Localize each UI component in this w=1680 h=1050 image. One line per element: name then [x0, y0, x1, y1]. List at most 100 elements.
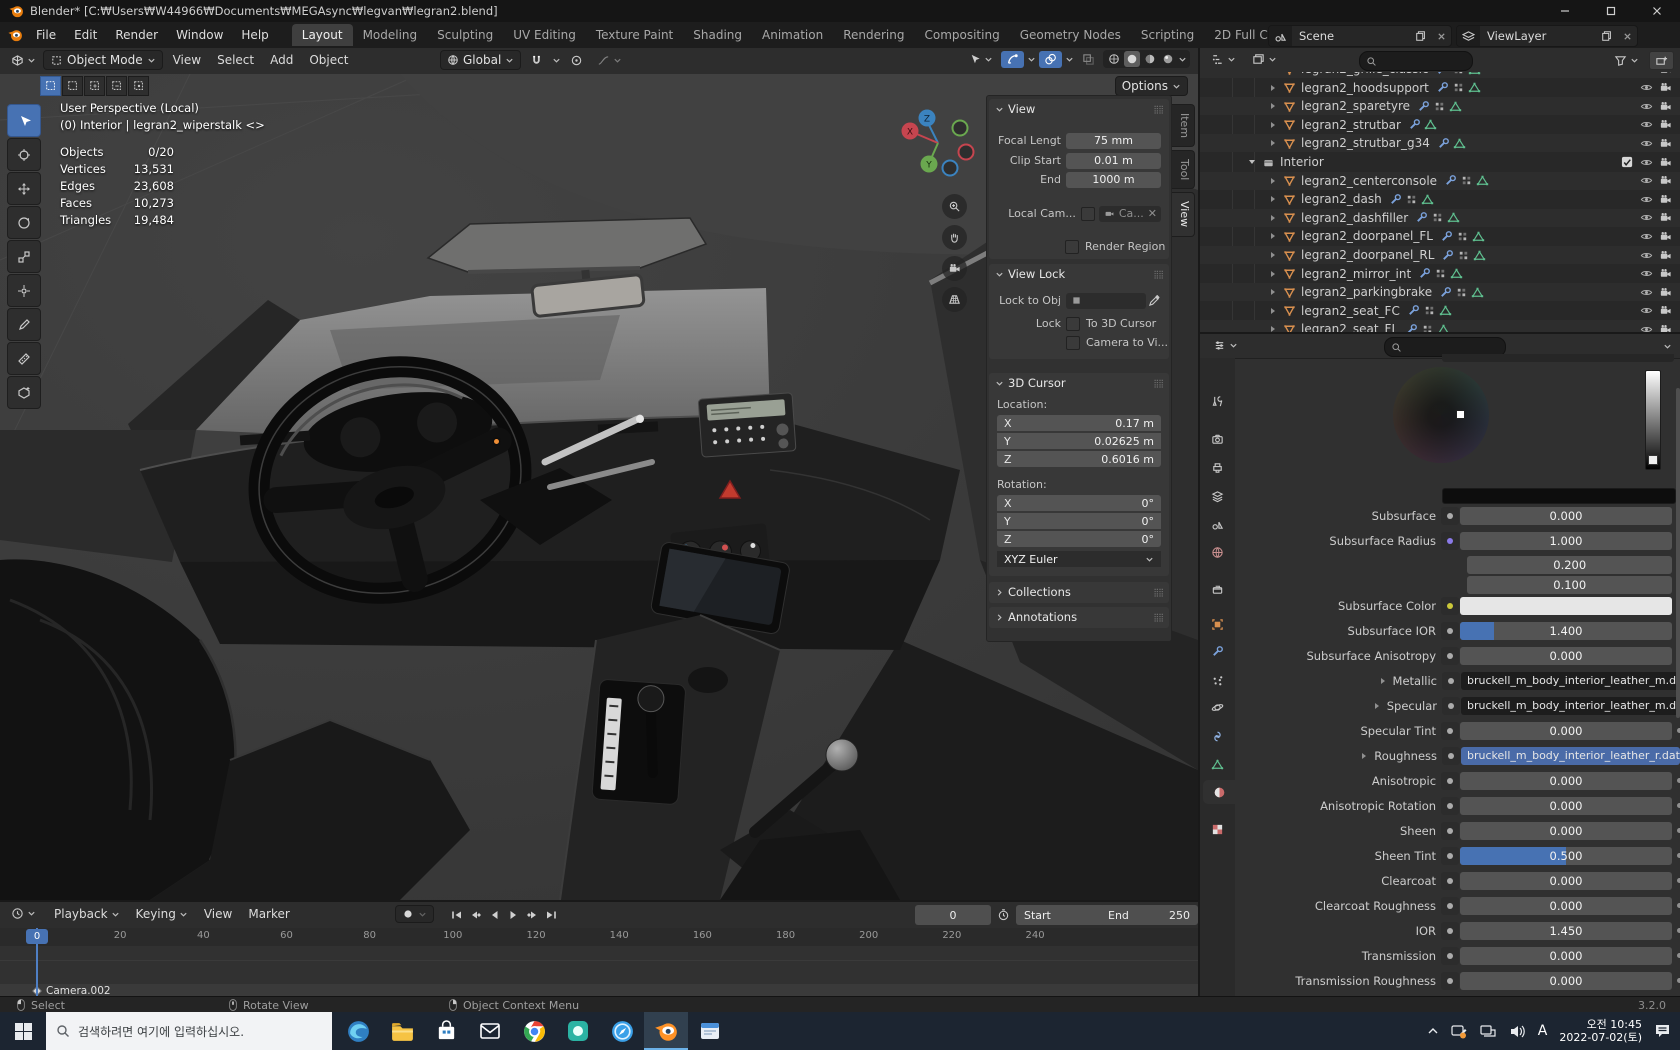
collections-header[interactable]: Collections⣿⣿ — [989, 582, 1169, 602]
outliner-item-label[interactable]: legran2_strutbar — [1301, 118, 1401, 132]
expand-arrow-icon[interactable] — [1269, 177, 1277, 185]
properties-tab-tool[interactable] — [1200, 389, 1235, 413]
view-panel-header[interactable]: View⣿⣿ — [989, 99, 1169, 119]
scene-selector[interactable]: Scene — [1268, 25, 1452, 47]
outliner-editor-button[interactable] — [1206, 51, 1241, 68]
taskbar-clock[interactable]: 오전 10:45 2022-07-02(토) — [1559, 1018, 1642, 1044]
properties-tab-collection[interactable] — [1200, 577, 1235, 601]
shading-solid-button[interactable] — [1124, 51, 1140, 67]
start-button[interactable] — [0, 1012, 46, 1050]
frame-end-field[interactable]: End250 — [1100, 905, 1198, 925]
color-wheel-handle[interactable] — [1456, 410, 1465, 419]
taskbar-app-mail[interactable] — [468, 1012, 512, 1050]
properties-tab-data[interactable] — [1200, 752, 1235, 776]
select-box-button[interactable] — [62, 76, 83, 96]
outliner-item-label[interactable]: legran2_dashfiller — [1301, 211, 1408, 225]
viewlayer-name[interactable]: ViewLayer — [1480, 29, 1596, 43]
expand-arrow-icon[interactable] — [1373, 702, 1381, 710]
outliner-row[interactable]: legran2_dashfiller — [1200, 209, 1680, 227]
outliner-row[interactable]: legran2_sparetyre — [1200, 97, 1680, 115]
outliner-row[interactable]: legran2_parkingbrake — [1200, 283, 1680, 301]
tab-animation[interactable]: Animation — [752, 24, 833, 46]
transform-orientation-dropdown[interactable]: Global — [440, 50, 521, 70]
timeline-ruler[interactable]: 20406080100120140160180200220240 — [0, 928, 1198, 947]
disable-camera-icon[interactable] — [1659, 249, 1672, 262]
notification-center-icon[interactable] — [1654, 1022, 1672, 1040]
outliner-item-label[interactable]: legran2_strutbar_g34 — [1301, 136, 1430, 150]
snap-toggle[interactable] — [525, 52, 548, 69]
property-field-metallic[interactable]: bruckell_m_body_interior_leather_m.data. — [1461, 672, 1680, 690]
ime-indicator[interactable]: A — [1538, 1023, 1548, 1039]
disable-camera-icon[interactable] — [1659, 81, 1672, 94]
hide-eye-icon[interactable] — [1640, 323, 1653, 332]
menu-edit[interactable]: Edit — [65, 25, 106, 45]
property-field-subsurface-anisotropy[interactable]: 0.000 — [1460, 647, 1672, 665]
outliner-item-label[interactable]: legran2_doorpanel_RL — [1301, 248, 1434, 262]
hide-eye-icon[interactable] — [1640, 72, 1653, 76]
outliner-item-label[interactable]: legran2_mirror_int — [1301, 267, 1411, 281]
tab-compositing[interactable]: Compositing — [914, 24, 1009, 46]
cursor-tool-button[interactable] — [7, 138, 41, 171]
expand-arrow-icon[interactable] — [1269, 139, 1277, 147]
gizmos-toggle[interactable] — [1001, 51, 1024, 68]
select-extend-button[interactable] — [84, 76, 105, 96]
expand-arrow-icon[interactable] — [1269, 325, 1277, 332]
cursor-rotation-x-field[interactable]: X0° — [997, 495, 1161, 511]
hide-eye-icon[interactable] — [1640, 118, 1653, 131]
annotate-tool-button[interactable] — [7, 308, 41, 341]
current-frame-field[interactable]: 0 — [915, 905, 991, 925]
hide-eye-icon[interactable] — [1640, 267, 1653, 280]
taskbar-app-blender[interactable] — [644, 1012, 688, 1050]
property-field-specular[interactable]: bruckell_m_body_interior_leather_m.data. — [1461, 697, 1680, 715]
tab-texture-paint[interactable]: Texture Paint — [586, 24, 683, 46]
taskbar-app-blue-app[interactable] — [600, 1012, 644, 1050]
color-wheel[interactable] — [1393, 367, 1489, 463]
gizmos-chevron[interactable] — [1027, 55, 1036, 64]
expand-arrow-icon[interactable] — [1269, 72, 1277, 73]
cursor-location-x-field[interactable]: X0.17 m — [997, 415, 1161, 431]
cursor-location-z-field[interactable]: Z0.6016 m — [997, 451, 1161, 467]
properties-tab-viewlayer[interactable] — [1200, 484, 1235, 508]
disable-camera-icon[interactable] — [1659, 193, 1672, 206]
viewport-menu-add[interactable]: Add — [262, 50, 301, 70]
add-cube-tool-button[interactable] — [7, 376, 41, 409]
disable-camera-icon[interactable] — [1659, 72, 1672, 76]
volume-icon[interactable] — [1509, 1023, 1526, 1040]
outliner-row[interactable]: legran2_doorpanel_FL — [1200, 227, 1680, 245]
property-field-subsurface-ior[interactable]: 1.400 — [1460, 622, 1672, 640]
disable-camera-icon[interactable] — [1659, 118, 1672, 131]
expand-arrow-icon[interactable] — [1379, 677, 1387, 685]
tab-geometry-nodes[interactable]: Geometry Nodes — [1010, 24, 1131, 46]
expand-arrow-icon[interactable] — [1269, 270, 1277, 278]
prev-keyframe-button[interactable] — [467, 906, 484, 924]
outliner-item-label[interactable]: legran2_seat_FL — [1301, 322, 1398, 332]
perspective-toggle-button[interactable] — [942, 287, 967, 312]
view-lock-header[interactable]: View Lock⣿⣿ — [989, 264, 1169, 284]
property-field-clearcoat-roughness[interactable]: 0.000 — [1460, 897, 1672, 915]
socket-button[interactable] — [1441, 847, 1459, 865]
taskbar-app-win-app[interactable] — [688, 1012, 732, 1050]
current-frame-indicator[interactable]: 0 — [26, 929, 48, 944]
select-intersect-button[interactable] — [128, 76, 149, 96]
sidebar-tab-tool[interactable]: Tool — [1172, 150, 1195, 189]
proportional-falloff-button[interactable] — [592, 52, 627, 69]
rotate-tool-button[interactable] — [7, 206, 41, 239]
outliner-search-input[interactable] — [1359, 51, 1473, 71]
shading-wireframe-button[interactable] — [1106, 51, 1122, 67]
socket-button[interactable] — [1441, 897, 1459, 915]
socket-button[interactable] — [1441, 622, 1459, 640]
new-scene-button[interactable] — [1410, 26, 1432, 46]
camera-object-field[interactable]: Ca...✕ — [1099, 206, 1161, 222]
overlays-chevron[interactable] — [1065, 55, 1074, 64]
outliner-row[interactable]: legran2_doorpanel_RL — [1200, 246, 1680, 264]
viewlayer-icon[interactable] — [1457, 26, 1480, 46]
menu-help[interactable]: Help — [232, 25, 277, 45]
outliner-row[interactable]: legran2_strutbar_g34 — [1200, 134, 1680, 152]
hide-eye-icon[interactable] — [1640, 174, 1653, 187]
socket-button[interactable] — [1441, 507, 1459, 525]
outliner-row[interactable]: legran2_centerconsole — [1200, 172, 1680, 190]
measure-tool-button[interactable] — [7, 342, 41, 375]
to-3d-cursor-checkbox[interactable] — [1066, 317, 1080, 331]
outliner-item-label[interactable]: legran2_grille_classic — [1301, 72, 1429, 76]
viewport-menu-object[interactable]: Object — [301, 50, 356, 70]
